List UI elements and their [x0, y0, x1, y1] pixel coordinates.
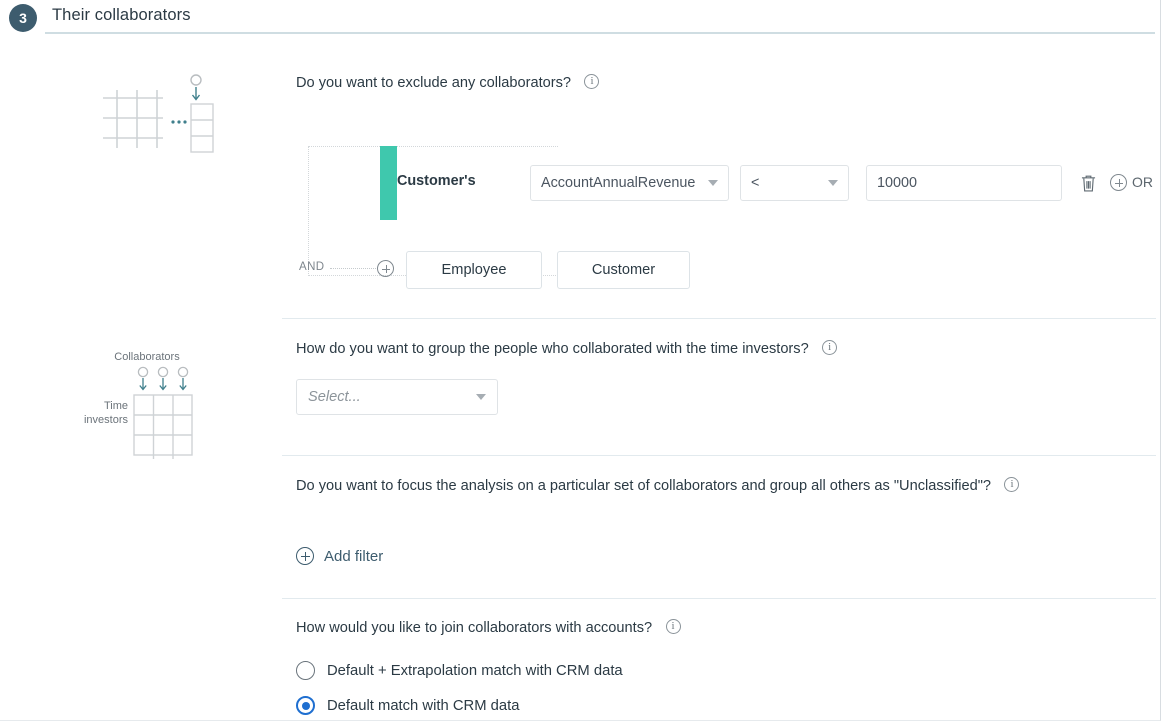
- filter-group-accent-bar: [380, 146, 397, 220]
- header-divider: [45, 32, 1155, 34]
- join-method-question-row: How would you like to join collaborators…: [296, 619, 681, 637]
- chevron-down-icon: [708, 180, 718, 186]
- exclude-collaborators-question-row: Do you want to exclude any collaborators…: [296, 74, 600, 92]
- join-option-extrapolation-label: Default + Extrapolation match with CRM d…: [327, 662, 623, 679]
- illustration-time-label-2: investors: [84, 414, 129, 426]
- section-divider-1: [282, 318, 1156, 319]
- illustration-collaborators-label: Collaborators: [114, 351, 180, 363]
- wizard-step-panel: 3 Their collaborators Collaborators Time…: [0, 0, 1161, 721]
- section-divider-3: [282, 598, 1156, 599]
- grid-to-column-illustration: [103, 74, 214, 153]
- plus-circle-icon: [296, 547, 314, 565]
- filter-value-input[interactable]: [866, 165, 1062, 201]
- or-operator-label: OR: [1132, 174, 1153, 190]
- join-method-label: How would you like to join collaborators…: [296, 619, 653, 636]
- filter-field-value: AccountAnnualRevenue: [541, 175, 696, 191]
- group-by-select[interactable]: Select...: [296, 379, 498, 415]
- join-option-default[interactable]: Default match with CRM data: [296, 696, 519, 715]
- add-and-condition-icon[interactable]: [377, 260, 394, 277]
- illustration-time-label-1: Time: [104, 400, 128, 412]
- info-icon[interactable]: i: [665, 619, 681, 635]
- add-filter-label: Add filter: [324, 547, 384, 565]
- trash-icon[interactable]: [1081, 174, 1096, 192]
- exclude-collaborators-label: Do you want to exclude any collaborators…: [296, 74, 572, 91]
- filter-operator-value: <: [751, 175, 760, 191]
- and-operator-label: AND: [299, 261, 325, 273]
- focus-analysis-label: Do you want to focus the analysis on a p…: [296, 477, 992, 494]
- group-by-placeholder: Select...: [308, 389, 361, 405]
- time-investors-collaborators-illustration: Collaborators Time investors: [84, 351, 193, 459]
- customer-button[interactable]: Customer: [557, 251, 690, 289]
- info-icon[interactable]: i: [584, 74, 600, 90]
- join-option-default-label: Default match with CRM data: [327, 697, 520, 714]
- add-filter-button[interactable]: Add filter: [296, 547, 383, 565]
- filter-field-select[interactable]: AccountAnnualRevenue: [530, 165, 729, 201]
- join-option-extrapolation[interactable]: Default + Extrapolation match with CRM d…: [296, 661, 623, 680]
- add-or-condition-icon[interactable]: [1110, 174, 1127, 191]
- step-number-badge: 3: [9, 4, 37, 32]
- focus-analysis-question-row: Do you want to focus the analysis on a p…: [296, 477, 1020, 495]
- filter-entity-label: Customer's: [397, 173, 476, 189]
- page-title: Their collaborators: [52, 6, 191, 24]
- chevron-down-icon: [828, 180, 838, 186]
- group-people-question-row: How do you want to group the people who …: [296, 340, 838, 358]
- radio-icon: [296, 661, 315, 680]
- group-people-label: How do you want to group the people who …: [296, 340, 809, 357]
- info-icon[interactable]: i: [1004, 477, 1020, 493]
- chevron-down-icon: [476, 394, 486, 400]
- step-header: 3 Their collaborators: [0, 0, 1161, 34]
- radio-icon-selected: [296, 696, 315, 715]
- section-divider-2: [282, 455, 1156, 456]
- employee-button[interactable]: Employee: [406, 251, 542, 289]
- and-connector-line: [330, 268, 376, 269]
- filter-operator-select[interactable]: <: [740, 165, 849, 201]
- info-icon[interactable]: i: [822, 340, 838, 356]
